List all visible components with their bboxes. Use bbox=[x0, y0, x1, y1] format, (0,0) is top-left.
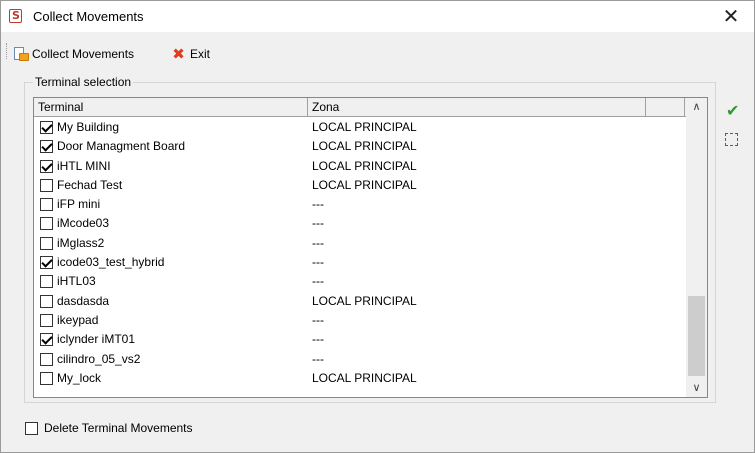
terminal-name: iclynder iMT01 bbox=[57, 332, 136, 347]
terminal-checkbox[interactable] bbox=[40, 178, 53, 192]
terminal-row[interactable]: dasdasda LOCAL PRINCIPAL bbox=[34, 292, 686, 311]
terminal-name: icode03_test_hybrid bbox=[57, 255, 165, 270]
exit-icon: ✖ bbox=[172, 44, 185, 63]
terminal-name: iHTL03 bbox=[57, 274, 96, 289]
terminal-zona: LOCAL PRINCIPAL bbox=[312, 158, 417, 173]
terminal-checkbox[interactable] bbox=[40, 371, 53, 385]
terminal-name: My_lock bbox=[57, 370, 102, 385]
terminal-zona: LOCAL PRINCIPAL bbox=[312, 139, 417, 154]
terminal-zona: --- bbox=[312, 235, 324, 250]
terminal-name: iMcode03 bbox=[57, 216, 110, 231]
delete-terminal-movements-checkbox[interactable] bbox=[25, 422, 38, 435]
vertical-scrollbar[interactable]: ∧ ∨ bbox=[686, 98, 707, 397]
terminal-name: ikeypad bbox=[57, 312, 99, 327]
scroll-up-button[interactable]: ∧ bbox=[686, 98, 707, 116]
terminal-zona: --- bbox=[312, 197, 324, 212]
collect-movements-icon bbox=[14, 46, 29, 62]
terminal-checkbox[interactable] bbox=[40, 159, 53, 173]
terminal-grid: Terminal Zona My Building LOCAL PRINCIPAL… bbox=[33, 97, 708, 398]
terminal-name: Fechad Test bbox=[57, 177, 123, 192]
title-bar: Collect Movements ✕ bbox=[1, 1, 754, 32]
terminal-name: Door Managment Board bbox=[57, 139, 186, 154]
terminal-zona: --- bbox=[312, 332, 324, 347]
terminal-row[interactable]: iclynder iMT01 --- bbox=[34, 330, 686, 349]
exit-button[interactable]: ✖ Exit bbox=[171, 45, 210, 63]
terminal-name: My Building bbox=[57, 120, 120, 134]
terminal-row[interactable]: iFP mini --- bbox=[34, 195, 686, 214]
collect-movements-window: Collect Movements ✕ Collect Movements ✖ … bbox=[0, 0, 755, 453]
terminal-rows: My Building LOCAL PRINCIPAL Door Managment… bbox=[34, 118, 686, 388]
terminal-row[interactable]: Fechad Test LOCAL PRINCIPAL bbox=[34, 176, 686, 195]
toolbar-grip bbox=[6, 43, 8, 59]
select-all-icon[interactable] bbox=[725, 133, 738, 146]
terminal-checkbox[interactable] bbox=[40, 352, 53, 366]
terminal-name: dasdasda bbox=[57, 293, 110, 308]
terminal-zona: --- bbox=[312, 274, 324, 289]
terminal-row[interactable]: cilindro_05_vs2 --- bbox=[34, 350, 686, 369]
check-all-icon[interactable]: ✔ bbox=[726, 103, 742, 119]
terminal-name: iHTL MINI bbox=[57, 158, 111, 173]
scroll-down-button[interactable]: ∨ bbox=[686, 379, 707, 397]
close-button[interactable]: ✕ bbox=[708, 1, 754, 32]
exit-label: Exit bbox=[190, 47, 211, 61]
terminal-zona: LOCAL PRINCIPAL bbox=[312, 293, 417, 308]
collect-movements-button[interactable]: Collect Movements bbox=[14, 45, 134, 63]
column-header-terminal[interactable]: Terminal bbox=[34, 98, 308, 116]
terminal-checkbox[interactable] bbox=[40, 236, 53, 250]
terminal-checkbox[interactable] bbox=[40, 313, 53, 327]
terminal-row[interactable]: iMglass2 --- bbox=[34, 234, 686, 253]
app-logo-icon bbox=[9, 9, 22, 23]
terminal-zona: LOCAL PRINCIPAL bbox=[312, 177, 417, 192]
terminal-checkbox[interactable] bbox=[40, 294, 53, 308]
collect-movements-label: Collect Movements bbox=[32, 47, 135, 61]
terminal-zona: --- bbox=[312, 216, 324, 231]
terminal-name: cilindro_05_vs2 bbox=[57, 351, 141, 366]
terminal-row[interactable]: My_lock LOCAL PRINCIPAL bbox=[34, 369, 686, 388]
terminal-zona: LOCAL PRINCIPAL bbox=[312, 120, 417, 134]
terminal-row[interactable]: iHTL03 --- bbox=[34, 272, 686, 291]
terminal-zona: LOCAL PRINCIPAL bbox=[312, 370, 417, 385]
terminal-zona: --- bbox=[312, 312, 324, 327]
column-header-extra[interactable] bbox=[646, 98, 685, 116]
terminal-checkbox[interactable] bbox=[40, 256, 53, 270]
terminal-checkbox[interactable] bbox=[40, 140, 53, 154]
scroll-thumb[interactable] bbox=[688, 296, 705, 376]
terminal-row[interactable]: iMcode03 --- bbox=[34, 214, 686, 233]
terminal-checkbox[interactable] bbox=[40, 333, 53, 347]
terminal-selection-label: Terminal selection bbox=[33, 75, 134, 89]
terminal-name: iFP mini bbox=[57, 197, 101, 212]
column-header-zona[interactable]: Zona bbox=[308, 98, 646, 116]
terminal-row[interactable]: Door Managment Board LOCAL PRINCIPAL bbox=[34, 137, 686, 156]
toolbar: Collect Movements ✖ Exit bbox=[1, 32, 754, 69]
terminal-row[interactable]: icode03_test_hybrid --- bbox=[34, 253, 686, 272]
terminal-name: iMglass2 bbox=[57, 235, 105, 250]
terminal-checkbox[interactable] bbox=[40, 198, 53, 212]
terminal-zona: --- bbox=[312, 351, 324, 366]
terminal-row[interactable]: ikeypad --- bbox=[34, 311, 686, 330]
terminal-row[interactable]: My Building LOCAL PRINCIPAL bbox=[34, 118, 686, 137]
terminal-row[interactable]: iHTL MINI LOCAL PRINCIPAL bbox=[34, 157, 686, 176]
terminal-checkbox[interactable] bbox=[40, 275, 53, 289]
delete-terminal-movements-label: Delete Terminal Movements bbox=[44, 421, 193, 435]
terminal-checkbox[interactable] bbox=[40, 121, 53, 134]
window-title: Collect Movements bbox=[33, 9, 144, 24]
terminal-checkbox[interactable] bbox=[40, 217, 53, 231]
terminal-zona: --- bbox=[312, 255, 324, 270]
grid-header: Terminal Zona bbox=[34, 98, 707, 117]
